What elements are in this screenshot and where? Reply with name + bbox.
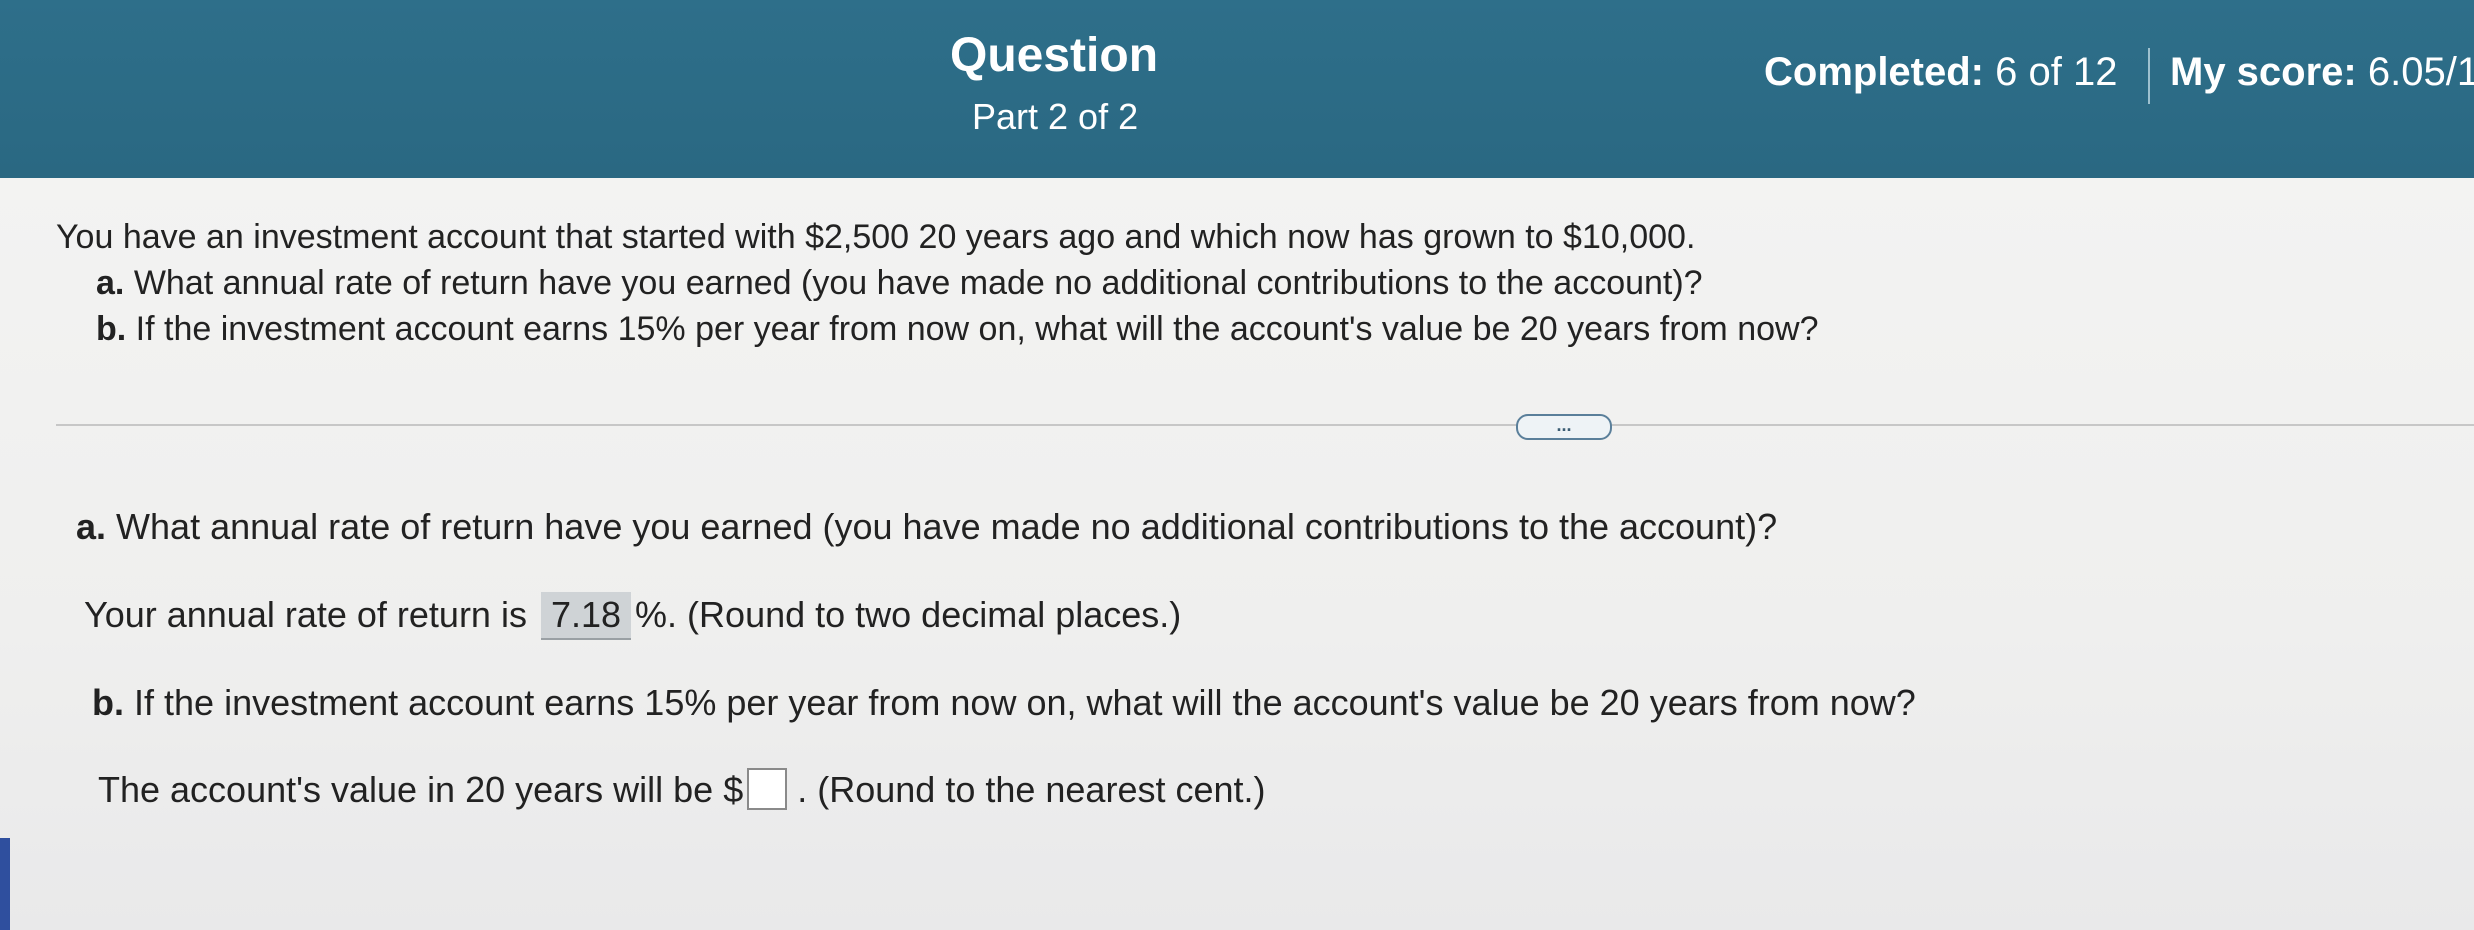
question-header: Question Part 2 of 2 Completed: 6 of 12 … xyxy=(0,0,2474,178)
part-a-answer-line: Your annual rate of return is 7.18%. (Ro… xyxy=(84,592,1181,640)
question-part: Part 2 of 2 xyxy=(972,96,1139,137)
score-value: 6.05/1 xyxy=(2367,50,2474,94)
part-a-answer-suffix: %. (Round to two decimal places.) xyxy=(635,594,1182,635)
part-b-question: b. If the investment account earns 15% p… xyxy=(92,682,1916,724)
completed-status: Completed: 6 of 12 xyxy=(1764,50,2117,95)
rate-of-return-answer[interactable]: 7.18 xyxy=(540,592,632,640)
problem-part-b-text: If the investment account earns 15% per … xyxy=(135,310,1819,348)
part-b-text: If the investment account earns 15% per … xyxy=(134,682,1916,723)
part-b-answer-line: The account's value in 20 years will be … xyxy=(98,768,1266,811)
part-a-text: What annual rate of return have you earn… xyxy=(116,506,1778,547)
problem-part-a: a. What annual rate of return have you e… xyxy=(56,260,1818,306)
part-a-answer-prefix: Your annual rate of return is xyxy=(84,594,527,635)
part-b-answer-prefix: The account's value in 20 years will be … xyxy=(98,769,744,810)
part-b-answer-suffix: . (Round to the nearest cent.) xyxy=(797,769,1266,810)
expand-more-button[interactable]: ... xyxy=(1516,414,1612,440)
header-divider xyxy=(2148,48,2150,104)
question-title: Question xyxy=(950,29,1159,82)
problem-part-b: b. If the investment account earns 15% p… xyxy=(56,306,1818,352)
part-a-letter: a. xyxy=(76,506,107,547)
problem-intro: You have an investment account that star… xyxy=(56,218,1696,256)
completed-label: Completed: xyxy=(1764,50,1984,94)
completed-value: 6 of 12 xyxy=(1995,50,2118,94)
question-content: You have an investment account that star… xyxy=(0,178,2474,930)
my-score: My score: 6.05/1 xyxy=(2170,50,2474,95)
problem-part-a-text: What annual rate of return have you earn… xyxy=(133,264,1703,302)
problem-part-a-letter: a. xyxy=(96,264,125,302)
left-edge-accent xyxy=(0,838,10,930)
section-divider xyxy=(56,424,2474,426)
part-b-letter: b. xyxy=(92,682,124,723)
score-label: My score: xyxy=(2170,50,2357,94)
problem-part-b-letter: b. xyxy=(96,310,127,348)
problem-statement: You have an investment account that star… xyxy=(56,214,1818,352)
part-a-question: a. What annual rate of return have you e… xyxy=(76,506,1777,548)
account-value-input[interactable] xyxy=(747,768,788,810)
